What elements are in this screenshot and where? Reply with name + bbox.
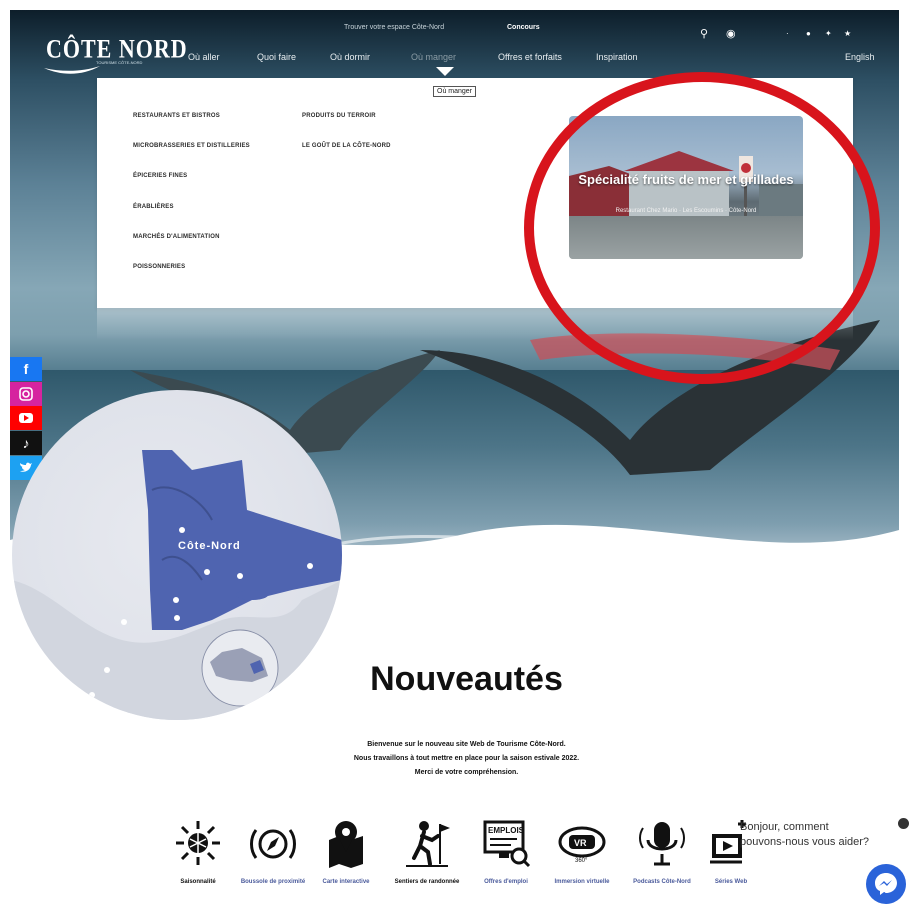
news-line-3: Merci de votre compréhension. xyxy=(414,769,519,776)
sun-snowflake-icon[interactable] xyxy=(170,818,226,873)
instagram-icon[interactable] xyxy=(10,382,42,406)
icon-label-immersion[interactable]: Immersion virtuelle xyxy=(547,878,617,886)
logo-swoosh-icon xyxy=(44,66,100,74)
tiktok-icon[interactable]: ♪ xyxy=(10,431,42,455)
youtube-icon[interactable] xyxy=(10,406,42,430)
messenger-chat-button[interactable] xyxy=(866,864,906,904)
menu-item-poissonneries[interactable]: POISSONNERIES xyxy=(133,264,185,270)
job-board-icon[interactable]: EMPLOIS xyxy=(478,818,534,873)
divider-dot-icon: · xyxy=(786,29,789,38)
icon-label-podcasts[interactable]: Podcasts Côte-Nord xyxy=(627,878,697,886)
news-line-1: Bienvenue sur le nouveau site Web de Tou… xyxy=(367,741,566,748)
menu-item-marches[interactable]: MARCHÉS D'ALIMENTATION xyxy=(133,234,220,240)
chat-close-button[interactable] xyxy=(898,818,909,829)
chat-line-1: Bonjour, comment xyxy=(740,821,829,833)
chat-greeting: Bonjour, comment pouvons-nous vous aider… xyxy=(740,820,869,850)
compass-nav-icon[interactable]: ◉ xyxy=(726,27,736,40)
hiker-icon[interactable] xyxy=(399,818,455,873)
highlight-annotation xyxy=(524,72,880,384)
user-icon[interactable]: ● xyxy=(806,29,811,38)
compass-icon[interactable] xyxy=(245,818,301,873)
svg-text:VR: VR xyxy=(574,838,587,848)
icon-label-boussole[interactable]: Boussole de proximité xyxy=(238,878,308,886)
facebook-icon[interactable]: f xyxy=(10,357,42,381)
messenger-icon xyxy=(875,873,897,895)
favorites-icon[interactable]: ★ xyxy=(844,29,851,38)
chat-line-2: pouvons-nous vous aider? xyxy=(740,836,870,848)
menu-item-erablieres[interactable]: ÉRABLIÈRES xyxy=(133,204,174,210)
plane-icon[interactable]: ✦ xyxy=(825,29,832,38)
icon-label-sentiers[interactable]: Sentiers de randonnée xyxy=(392,878,462,886)
search-icon[interactable]: ⚲ xyxy=(700,27,708,40)
svg-text:EMPLOIS: EMPLOIS xyxy=(488,826,525,835)
menu-item-epiceries[interactable]: ÉPICERIES FINES xyxy=(133,173,187,179)
logo-tagline: TOURISME CÔTE-NORD xyxy=(96,60,143,65)
vr-headset-icon[interactable]: VR 360° xyxy=(554,818,610,873)
icon-label-saisonnalite[interactable]: Saisonnalité xyxy=(163,878,233,886)
contest-link[interactable]: Concours xyxy=(507,24,540,31)
news-heading: Nouveautés xyxy=(370,660,563,698)
space-link[interactable]: Trouver votre espace Côte-Nord xyxy=(344,24,444,31)
menu-item-microbrasseries[interactable]: MICROBRASSERIES ET DISTILLERIES xyxy=(133,143,250,149)
news-line-2: Nous travaillons à tout mettre en place … xyxy=(353,755,580,762)
nav-ou-dormir[interactable]: Où dormir xyxy=(330,52,370,62)
nav-ou-manger[interactable]: Où manger xyxy=(411,52,456,62)
map-region-label: Côte-Nord xyxy=(178,540,241,552)
map-pin-icon[interactable] xyxy=(318,818,374,873)
menu-item-produits-terroir[interactable]: PRODUITS DU TERROIR xyxy=(302,113,376,119)
nav-inspiration[interactable]: Inspiration xyxy=(596,52,638,62)
language-switch[interactable]: English xyxy=(845,52,875,62)
svg-text:360°: 360° xyxy=(575,858,588,864)
nav-tooltip: Où manger xyxy=(433,86,477,97)
dropdown-pointer xyxy=(436,67,454,76)
nav-offres-forfaits[interactable]: Offres et forfaits xyxy=(498,52,562,62)
nav-ou-aller[interactable]: Où aller xyxy=(188,52,220,62)
menu-item-gout-cote-nord[interactable]: LE GOÛT DE LA CÔTE-NORD xyxy=(302,143,391,149)
microphone-icon[interactable] xyxy=(634,818,690,873)
nav-quoi-faire[interactable]: Quoi faire xyxy=(257,52,296,62)
icon-label-carte[interactable]: Carte interactive xyxy=(311,878,381,886)
menu-item-restaurants[interactable]: RESTAURANTS ET BISTROS xyxy=(133,113,220,119)
icon-label-series[interactable]: Séries Web xyxy=(696,878,766,886)
icon-label-emploi[interactable]: Offres d'emploi xyxy=(471,878,541,886)
